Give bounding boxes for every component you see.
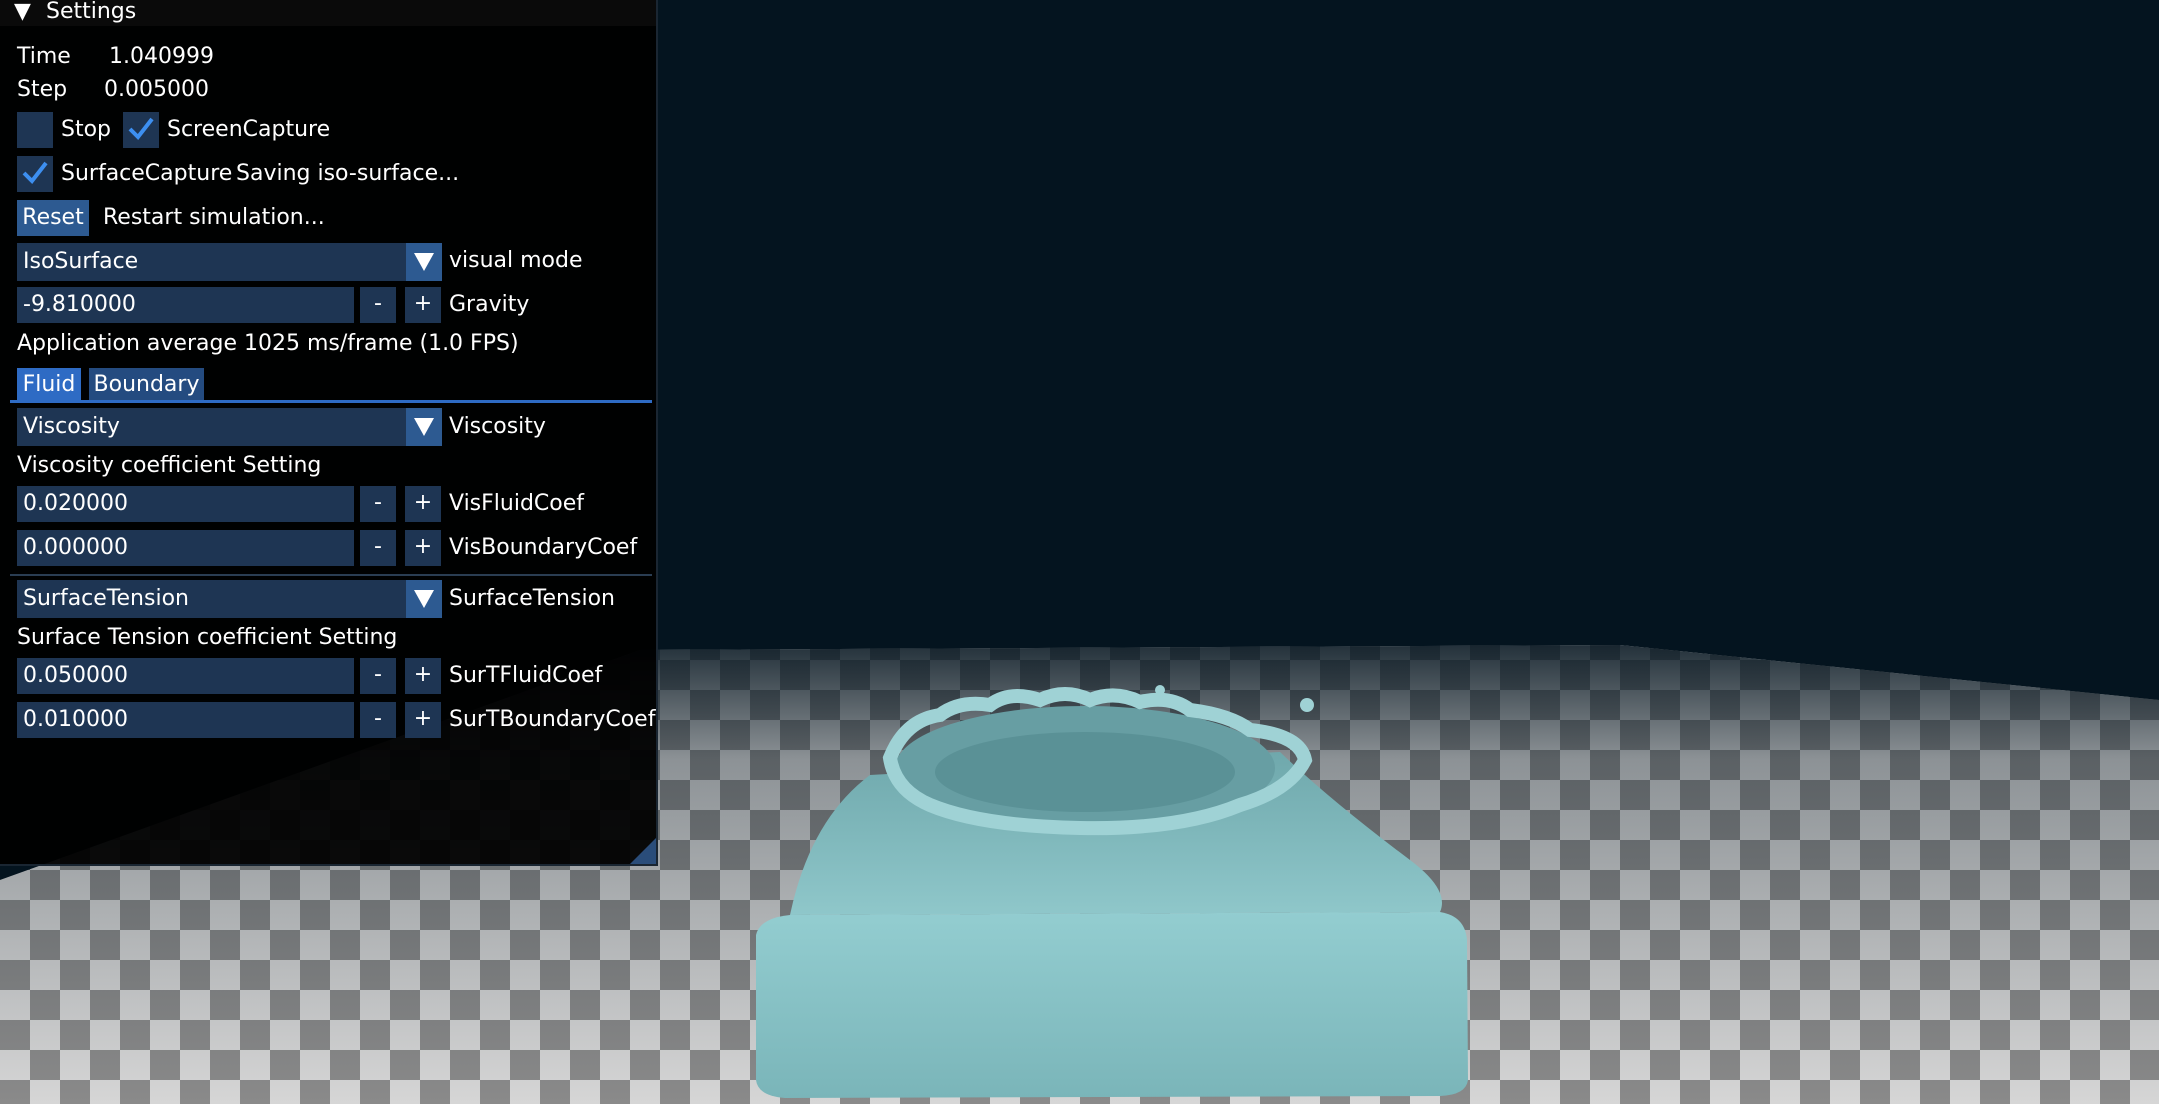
stop-label: Stop [61, 117, 112, 142]
vis-fluid-decrement-button[interactable]: - [360, 486, 396, 522]
surt-boundary-coef-input[interactable]: 0.010000 [17, 702, 354, 738]
surface-capture-checkbox[interactable] [17, 156, 53, 192]
surface-capture-label: SurfaceCapture [61, 161, 233, 186]
surt-boundary-increment-button[interactable]: + [405, 702, 441, 738]
triangle-down-icon [414, 253, 434, 271]
gravity-label: Gravity [449, 292, 530, 317]
vis-fluid-coef-value: 0.020000 [23, 491, 128, 516]
step-value: 0.005000 [104, 77, 209, 102]
gravity-decrement-button[interactable]: - [360, 287, 396, 323]
settings-title-bar[interactable]: ▼ Settings [0, 0, 656, 26]
separator [10, 574, 652, 576]
surface-capture-status: Saving iso-surface... [236, 161, 460, 186]
combo-arrow[interactable] [406, 243, 442, 281]
gravity-increment-button[interactable]: + [405, 287, 441, 323]
combo-arrow[interactable] [406, 408, 442, 446]
surface-tension-combo-value: SurfaceTension [23, 586, 189, 611]
vis-fluid-coef-input[interactable]: 0.020000 [17, 486, 354, 522]
time-value: 1.040999 [109, 44, 214, 69]
viscosity-combo-label: Viscosity [449, 414, 546, 439]
resize-grip[interactable] [630, 838, 656, 864]
vis-boundary-increment-button[interactable]: + [405, 530, 441, 566]
vis-boundary-coef-value: 0.000000 [23, 535, 128, 560]
triangle-down-icon[interactable]: ▼ [14, 0, 31, 24]
surt-fluid-coef-input[interactable]: 0.050000 [17, 658, 354, 694]
stop-checkbox[interactable] [17, 112, 53, 148]
surt-boundary-decrement-button[interactable]: - [360, 702, 396, 738]
surt-fluid-increment-button[interactable]: + [405, 658, 441, 694]
surface-tension-heading: Surface Tension coefficient Setting [17, 625, 398, 650]
tab-fluid[interactable]: Fluid [17, 368, 81, 402]
combo-arrow[interactable] [406, 580, 442, 618]
checkmark-icon [22, 161, 48, 185]
reset-status: Restart simulation... [103, 205, 325, 230]
surt-fluid-decrement-button[interactable]: - [360, 658, 396, 694]
surface-tension-combo-label: SurfaceTension [449, 586, 615, 611]
viscosity-heading: Viscosity coefficient Setting [17, 453, 322, 478]
viscosity-combo-value: Viscosity [23, 414, 120, 439]
surt-boundary-coef-value: 0.010000 [23, 707, 128, 732]
visual-mode-label: visual mode [449, 248, 583, 273]
vis-boundary-decrement-button[interactable]: - [360, 530, 396, 566]
vis-fluid-coef-label: VisFluidCoef [449, 491, 585, 516]
triangle-down-icon [414, 590, 434, 608]
settings-title: Settings [46, 0, 137, 24]
vis-boundary-coef-label: VisBoundaryCoef [449, 535, 638, 560]
screen-capture-label: ScreenCapture [167, 117, 331, 142]
reset-button[interactable]: Reset [17, 200, 89, 236]
visual-mode-value: IsoSurface [23, 249, 139, 274]
visual-mode-combo[interactable]: IsoSurface [17, 243, 442, 281]
screen-capture-checkbox[interactable] [123, 112, 159, 148]
checkmark-icon [128, 117, 154, 141]
settings-panel[interactable]: ▼ Settings Time 1.040999 Step 0.005000 S… [0, 0, 658, 866]
surt-fluid-coef-value: 0.050000 [23, 663, 128, 688]
vis-fluid-increment-button[interactable]: + [405, 486, 441, 522]
gravity-input[interactable]: -9.810000 [17, 287, 354, 323]
step-label: Step [17, 77, 68, 102]
tab-underline [10, 400, 652, 403]
tab-boundary[interactable]: Boundary [89, 368, 204, 402]
fps-text: Application average 1025 ms/frame (1.0 F… [17, 331, 519, 356]
viscosity-combo[interactable]: Viscosity [17, 408, 442, 446]
surt-fluid-coef-label: SurTFluidCoef [449, 663, 603, 688]
triangle-down-icon [414, 418, 434, 436]
gravity-value: -9.810000 [23, 292, 136, 317]
time-label: Time [17, 44, 71, 69]
vis-boundary-coef-input[interactable]: 0.000000 [17, 530, 354, 566]
surface-tension-combo[interactable]: SurfaceTension [17, 580, 442, 618]
surt-boundary-coef-label: SurTBoundaryCoef [449, 707, 656, 732]
